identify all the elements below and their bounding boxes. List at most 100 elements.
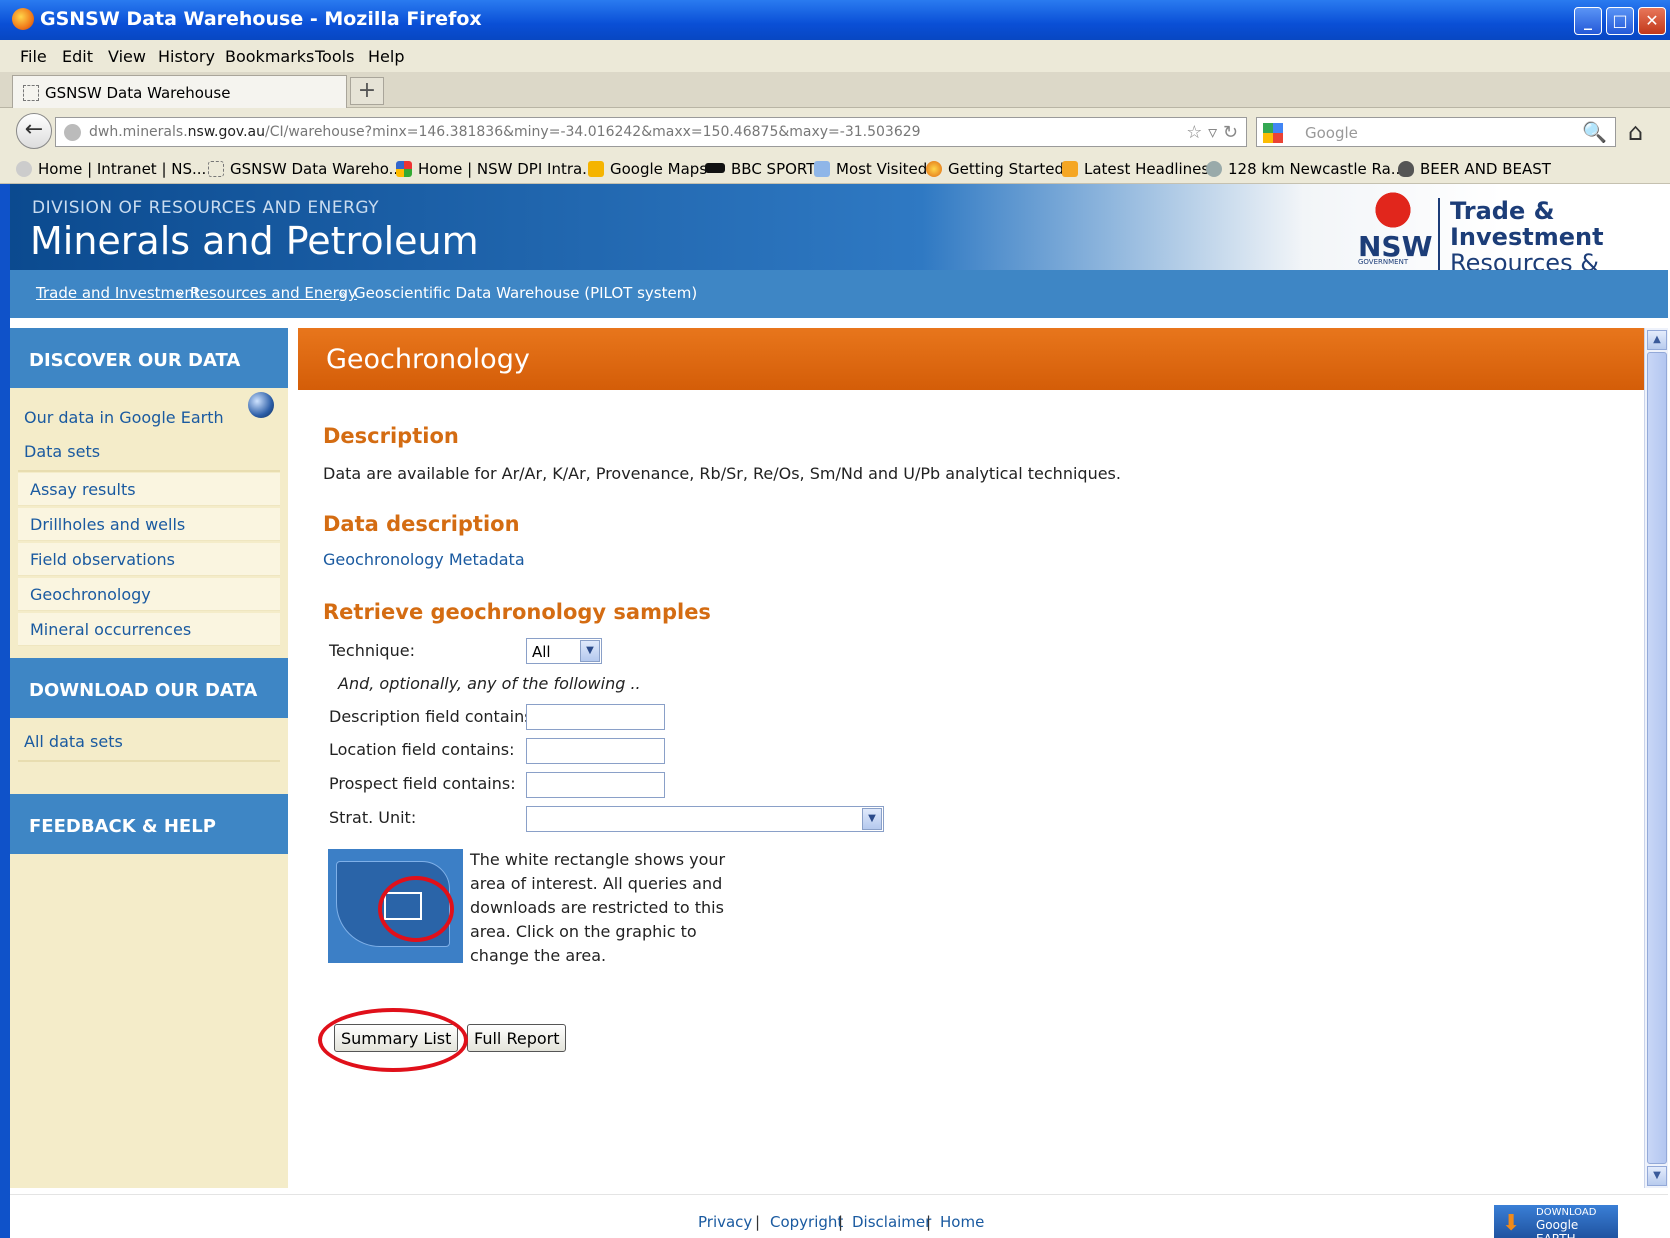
page-icon (23, 85, 39, 101)
site-title: Minerals and Petroleum (30, 219, 479, 263)
home-icon[interactable]: ⌂ (1628, 118, 1643, 146)
waratah-icon (1367, 192, 1419, 228)
scroll-thumb[interactable] (1647, 352, 1667, 1164)
description-heading: Description (323, 424, 459, 448)
breadcrumb-separator: » (339, 287, 347, 301)
scroll-up-button[interactable]: ▲ (1647, 330, 1667, 350)
sidebar-item-field-observations[interactable]: Field observations (18, 543, 280, 576)
footer-link-disclaimer[interactable]: Disclaimer (852, 1213, 931, 1231)
bookmark-item[interactable]: Home | NSW DPI Intra... (396, 160, 597, 178)
sidebar-heading-feedback[interactable]: FEEDBACK & HELP (10, 794, 288, 854)
bookmark-label: Google Maps (610, 160, 708, 178)
bookmark-item[interactable]: Getting Started (926, 160, 1064, 178)
annotation-circle (318, 1008, 468, 1072)
maximize-button[interactable]: □ (1606, 7, 1634, 35)
description-field-input[interactable] (526, 704, 665, 730)
breadcrumb: Trade and Investment » Resources and Ene… (10, 270, 1668, 318)
data-description-heading: Data description (323, 512, 520, 536)
sidebar-item-mineral-occurrences[interactable]: Mineral occurrences (18, 613, 280, 646)
scroll-down-button[interactable]: ▼ (1647, 1166, 1667, 1186)
divider (18, 760, 280, 762)
bookmark-item[interactable]: Google Maps (588, 160, 707, 178)
footer-separator: | (755, 1213, 761, 1231)
sidebar-item-assay-results[interactable]: Assay results (18, 473, 280, 506)
menu-help[interactable]: Help (368, 47, 404, 66)
prospect-field-input[interactable] (526, 772, 665, 798)
sidebar-heading-download: DOWNLOAD OUR DATA (10, 658, 288, 718)
bookmark-icon (16, 161, 32, 177)
search-input[interactable]: Google 🔍 (1256, 117, 1616, 147)
annotation-circle (378, 876, 454, 942)
new-tab-button[interactable]: + (350, 77, 384, 105)
location-field-input[interactable] (526, 738, 665, 764)
footer-link-copyright[interactable]: Copyright (770, 1213, 843, 1231)
bookmark-label: Home | NSW DPI Intra... (418, 160, 597, 178)
page-viewport: DIVISION OF RESOURCES AND ENERGY Mineral… (10, 184, 1670, 1238)
most-visited-icon (814, 161, 830, 177)
bookmark-label: 128 km Newcastle Ra... (1228, 160, 1406, 178)
window-titlebar: GSNSW Data Warehouse - Mozilla Firefox _… (0, 0, 1670, 40)
menu-history[interactable]: History (158, 47, 215, 66)
menu-view[interactable]: View (108, 47, 146, 66)
bookmark-star-icon[interactable]: ☆ ▿ ↻ (1186, 122, 1238, 143)
description-text: Data are available for Ar/Ar, K/Ar, Prov… (323, 464, 1121, 483)
page-footer: Privacy | Copyright | Disclaimer | Home … (10, 1194, 1668, 1238)
divider (18, 470, 280, 472)
bookmark-item[interactable]: BEER AND BEAST (1398, 160, 1551, 178)
bookmark-label: GSNSW Data Wareho... (230, 160, 403, 178)
technique-select[interactable]: All ▼ (526, 638, 602, 664)
bookmark-item[interactable]: Home | Intranet | NS... (16, 160, 206, 178)
sidebar-item-drillholes[interactable]: Drillholes and wells (18, 508, 280, 541)
tab-gsnsw[interactable]: GSNSW Data Warehouse (12, 75, 347, 108)
menu-edit[interactable]: Edit (62, 47, 93, 66)
location-field-label: Location field contains: (329, 740, 515, 759)
footer-separator: | (926, 1213, 932, 1231)
url-prefix: dwh.minerals. (89, 124, 188, 140)
tab-bar: GSNSW Data Warehouse + (0, 72, 1670, 108)
maps-icon (588, 161, 604, 177)
sidebar-item-data-sets[interactable]: Data sets (24, 442, 100, 461)
main-content: Geochronology Description Data are avail… (298, 328, 1654, 1188)
full-report-button[interactable]: Full Report (467, 1024, 567, 1052)
window-title: GSNSW Data Warehouse - Mozilla Firefox (40, 8, 482, 30)
chevron-down-icon: ▼ (862, 808, 882, 830)
bookmark-item[interactable]: BBC SPORT (705, 160, 815, 178)
search-icon[interactable]: 🔍 (1582, 120, 1607, 144)
footer-link-privacy[interactable]: Privacy (698, 1213, 752, 1231)
bookmark-item[interactable]: Most Visited (814, 160, 927, 178)
bbc-icon (705, 163, 725, 173)
close-window-button[interactable]: ✕ (1638, 7, 1666, 35)
footer-separator: | (838, 1213, 844, 1231)
url-bar[interactable]: dwh.minerals.nsw.gov.au/CI/warehouse?min… (55, 117, 1247, 147)
page-title: Geochronology (298, 328, 1654, 390)
navigation-bar: ← dwh.minerals.nsw.gov.au/CI/warehouse?m… (0, 108, 1670, 154)
sidebar: DISCOVER OUR DATA Our data in Google Ear… (10, 328, 288, 1188)
government-wordmark: GOVERNMENT (1358, 258, 1409, 266)
menu-file[interactable]: File (20, 47, 47, 66)
sidebar-item-google-earth[interactable]: Our data in Google Earth (24, 408, 224, 427)
vertical-scrollbar[interactable]: ▲ ▼ (1644, 328, 1668, 1188)
sidebar-item-all-data-sets[interactable]: All data sets (24, 732, 123, 751)
metadata-link[interactable]: Geochronology Metadata (323, 550, 525, 569)
description-field-label: Description field contains: (329, 707, 538, 726)
sidebar-heading-discover: DISCOVER OUR DATA (10, 328, 288, 388)
menu-bookmarks[interactable]: Bookmarks (225, 47, 314, 66)
minimize-button[interactable]: _ (1574, 7, 1602, 35)
bookmark-item[interactable]: Latest Headlines (1062, 160, 1209, 178)
google-icon (1263, 123, 1283, 143)
google-earth-icon[interactable] (248, 392, 274, 418)
url-domain: nsw.gov.au (187, 124, 265, 140)
bookmark-item[interactable]: GSNSW Data Wareho... (208, 160, 403, 178)
back-button[interactable]: ← (16, 113, 52, 149)
firefox-icon (926, 161, 942, 177)
sidebar-item-geochronology[interactable]: Geochronology (18, 578, 280, 611)
strat-unit-select[interactable]: ▼ (526, 806, 884, 832)
bookmark-item[interactable]: 128 km Newcastle Ra... (1206, 160, 1405, 178)
breadcrumb-separator: » (176, 287, 184, 301)
footer-link-home[interactable]: Home (940, 1213, 984, 1231)
breadcrumb-resources-energy[interactable]: Resources and Energy (190, 284, 357, 302)
download-google-earth-badge[interactable]: ⬇ DOWNLOAD Google EARTH (1494, 1205, 1618, 1238)
menu-tools[interactable]: Tools (315, 47, 354, 66)
strat-unit-label: Strat. Unit: (329, 808, 417, 827)
dpi-icon (396, 161, 412, 177)
